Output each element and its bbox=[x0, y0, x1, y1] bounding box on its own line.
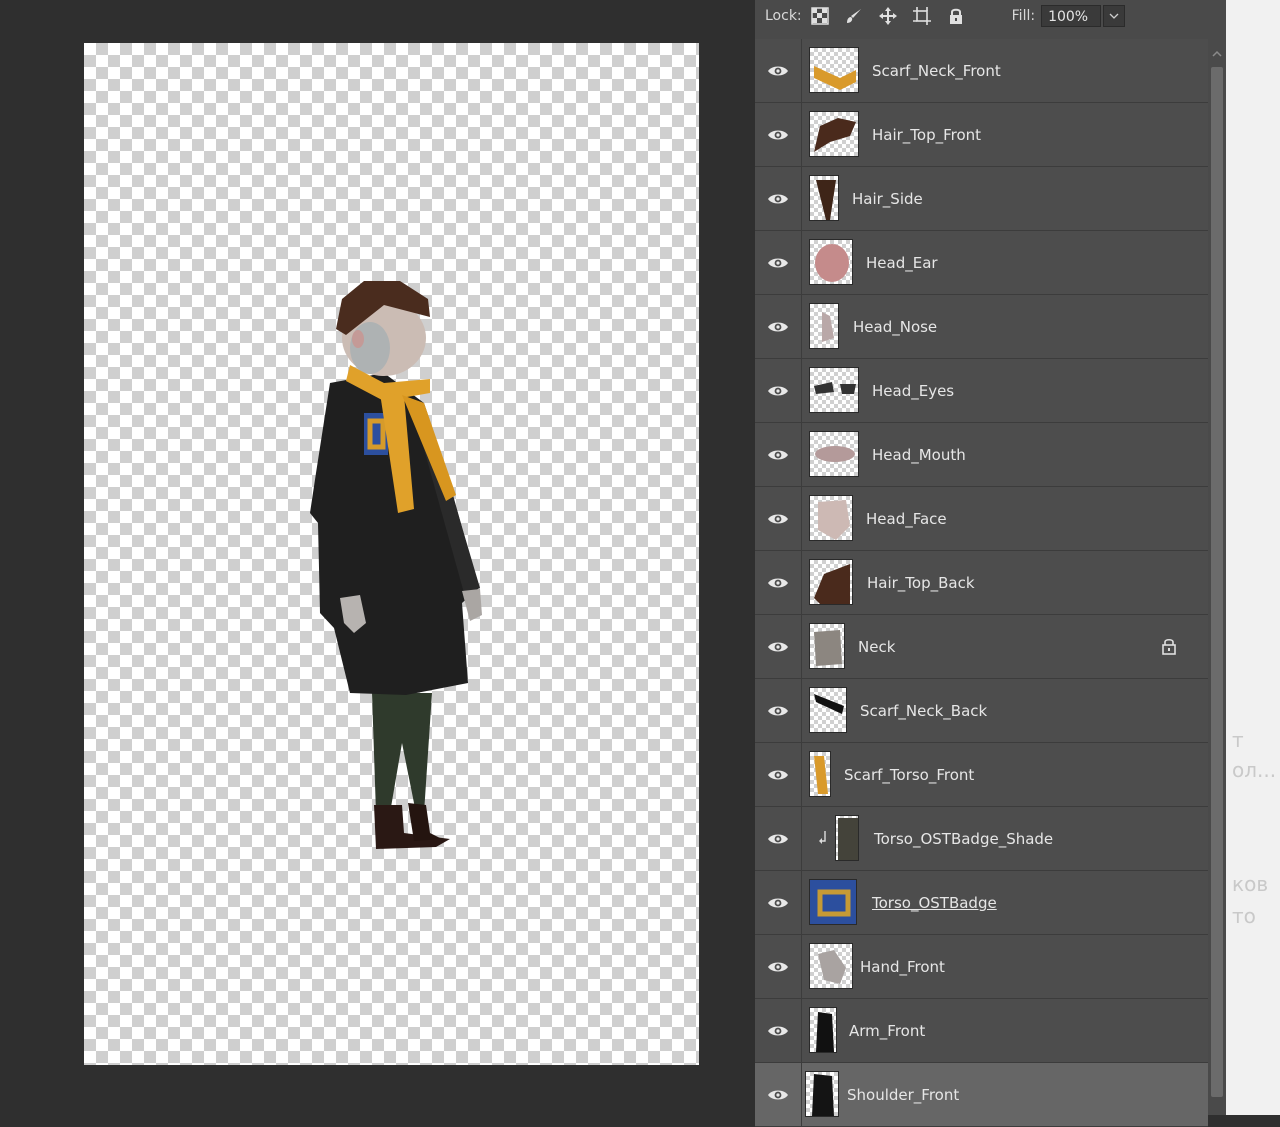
layer-row[interactable]: Hand_Front bbox=[755, 935, 1208, 999]
character-illustration bbox=[310, 281, 482, 849]
layer-row[interactable]: Torso_OSTBadge_Shade bbox=[755, 807, 1208, 871]
layer-name[interactable]: Hair_Top_Back bbox=[867, 551, 975, 615]
arm-front-thumbnail[interactable] bbox=[809, 1007, 837, 1053]
layers-list: Scarf_Neck_Front Hair_Top_Front Hair_Side H… bbox=[755, 39, 1208, 1127]
visibility-eye-icon[interactable] bbox=[755, 359, 802, 423]
hair-side-thumbnail[interactable] bbox=[809, 175, 839, 221]
visibility-eye-icon[interactable] bbox=[755, 743, 802, 807]
hand-front-thumbnail[interactable] bbox=[809, 943, 853, 989]
ghost-text: то bbox=[1232, 904, 1256, 928]
visibility-eye-icon[interactable] bbox=[755, 231, 802, 295]
layers-panel: Lock: Fill: 100% Scarf_Neck_Front Hair_To… bbox=[755, 0, 1226, 1127]
lock-all-icon[interactable] bbox=[944, 4, 968, 28]
lock-transparent-pixels-icon[interactable] bbox=[808, 4, 832, 28]
visibility-eye-icon[interactable] bbox=[755, 999, 802, 1063]
layer-lock-icon bbox=[1161, 637, 1177, 659]
layer-name[interactable]: Torso_OSTBadge_Shade bbox=[874, 807, 1053, 871]
ghost-text: т bbox=[1232, 728, 1244, 752]
visibility-eye-icon[interactable] bbox=[755, 295, 802, 359]
visibility-eye-icon[interactable] bbox=[755, 679, 802, 743]
layer-name[interactable]: Hair_Side bbox=[852, 167, 923, 231]
fill-label: Fill: bbox=[1011, 8, 1036, 24]
layer-name[interactable]: Neck bbox=[858, 615, 895, 679]
lock-position-icon[interactable] bbox=[876, 4, 900, 28]
lock-toolbar: Lock: Fill: 100% bbox=[755, 0, 1226, 32]
layer-row[interactable]: Hair_Top_Front bbox=[755, 103, 1208, 167]
head-ear-thumbnail[interactable] bbox=[809, 239, 853, 285]
chevron-down-icon[interactable] bbox=[1103, 5, 1126, 27]
visibility-eye-icon[interactable] bbox=[755, 935, 802, 999]
visibility-eye-icon[interactable] bbox=[755, 487, 802, 551]
visibility-eye-icon[interactable] bbox=[755, 871, 802, 935]
layer-name[interactable]: Torso_OSTBadge bbox=[872, 871, 997, 935]
fill-input[interactable]: 100% bbox=[1041, 5, 1102, 27]
visibility-eye-icon[interactable] bbox=[755, 615, 802, 679]
layer-row[interactable]: Head_Face bbox=[755, 487, 1208, 551]
layers-scrollbar[interactable] bbox=[1208, 39, 1226, 1115]
neck-thumbnail[interactable] bbox=[809, 623, 845, 669]
torso-ostbadge-thumbnail[interactable] bbox=[809, 879, 857, 925]
layer-row[interactable]: Hair_Top_Back bbox=[755, 551, 1208, 615]
background-window: т ол... ков то bbox=[1226, 0, 1280, 1115]
ghost-text: ков bbox=[1232, 872, 1269, 896]
layer-row[interactable]: Shoulder_Front bbox=[755, 1063, 1208, 1127]
layer-row[interactable]: Scarf_Neck_Front bbox=[755, 39, 1208, 103]
clipping-mask-arrow-icon bbox=[817, 829, 827, 849]
layer-name[interactable]: Head_Eyes bbox=[872, 359, 954, 423]
scarf-neck-front-thumbnail[interactable] bbox=[809, 47, 859, 93]
layer-row[interactable]: Head_Ear bbox=[755, 231, 1208, 295]
layer-name[interactable]: Shoulder_Front bbox=[847, 1063, 959, 1127]
visibility-eye-icon[interactable] bbox=[755, 807, 802, 871]
scarf-neck-back-thumbnail[interactable] bbox=[809, 687, 847, 733]
layer-row[interactable]: Head_Nose bbox=[755, 295, 1208, 359]
shoulder-front-thumbnail[interactable] bbox=[805, 1071, 839, 1117]
lock-image-pixels-icon[interactable] bbox=[842, 4, 866, 28]
visibility-eye-icon[interactable] bbox=[755, 103, 802, 167]
visibility-eye-icon[interactable] bbox=[755, 167, 802, 231]
layer-row[interactable]: Torso_OSTBadge bbox=[755, 871, 1208, 935]
hair-top-front-thumbnail[interactable] bbox=[809, 111, 859, 157]
layer-row[interactable]: Scarf_Torso_Front bbox=[755, 743, 1208, 807]
head-eyes-thumbnail[interactable] bbox=[809, 367, 859, 413]
layer-row[interactable]: Head_Eyes bbox=[755, 359, 1208, 423]
ghost-text: ол... bbox=[1232, 758, 1277, 782]
layer-name[interactable]: Head_Mouth bbox=[872, 423, 966, 487]
document-workspace bbox=[0, 0, 755, 1115]
hair-top-back-thumbnail[interactable] bbox=[809, 559, 853, 605]
head-nose-thumbnail[interactable] bbox=[809, 303, 839, 349]
layer-name[interactable]: Scarf_Torso_Front bbox=[844, 743, 974, 807]
layer-name[interactable]: Scarf_Neck_Back bbox=[860, 679, 987, 743]
layer-row[interactable]: Scarf_Neck_Back bbox=[755, 679, 1208, 743]
document-canvas[interactable] bbox=[84, 43, 699, 1065]
lock-artboard-icon[interactable] bbox=[910, 4, 934, 28]
visibility-eye-icon[interactable] bbox=[755, 39, 802, 103]
scarf-torso-front-thumbnail[interactable] bbox=[809, 751, 831, 797]
layer-name[interactable]: Hand_Front bbox=[860, 935, 945, 999]
layer-name[interactable]: Head_Nose bbox=[853, 295, 937, 359]
layer-row[interactable]: Hair_Side bbox=[755, 167, 1208, 231]
layer-row[interactable]: Neck bbox=[755, 615, 1208, 679]
visibility-eye-icon[interactable] bbox=[755, 1063, 802, 1127]
head-mouth-thumbnail[interactable] bbox=[809, 431, 859, 477]
visibility-eye-icon[interactable] bbox=[755, 423, 802, 487]
layer-row[interactable]: Arm_Front bbox=[755, 999, 1208, 1063]
torso-ostbadge-shade-thumbnail[interactable] bbox=[835, 815, 859, 861]
visibility-eye-icon[interactable] bbox=[755, 551, 802, 615]
head-face-thumbnail[interactable] bbox=[809, 495, 853, 541]
scroll-up-icon[interactable] bbox=[1211, 45, 1223, 59]
layer-row[interactable]: Head_Mouth bbox=[755, 423, 1208, 487]
layer-name[interactable]: Arm_Front bbox=[849, 999, 925, 1063]
scrollbar-thumb[interactable] bbox=[1211, 67, 1223, 1097]
layer-name[interactable]: Head_Ear bbox=[866, 231, 938, 295]
layer-name[interactable]: Scarf_Neck_Front bbox=[872, 39, 1001, 103]
lock-label: Lock: bbox=[765, 8, 802, 24]
layer-name[interactable]: Head_Face bbox=[866, 487, 947, 551]
layer-name[interactable]: Hair_Top_Front bbox=[872, 103, 981, 167]
